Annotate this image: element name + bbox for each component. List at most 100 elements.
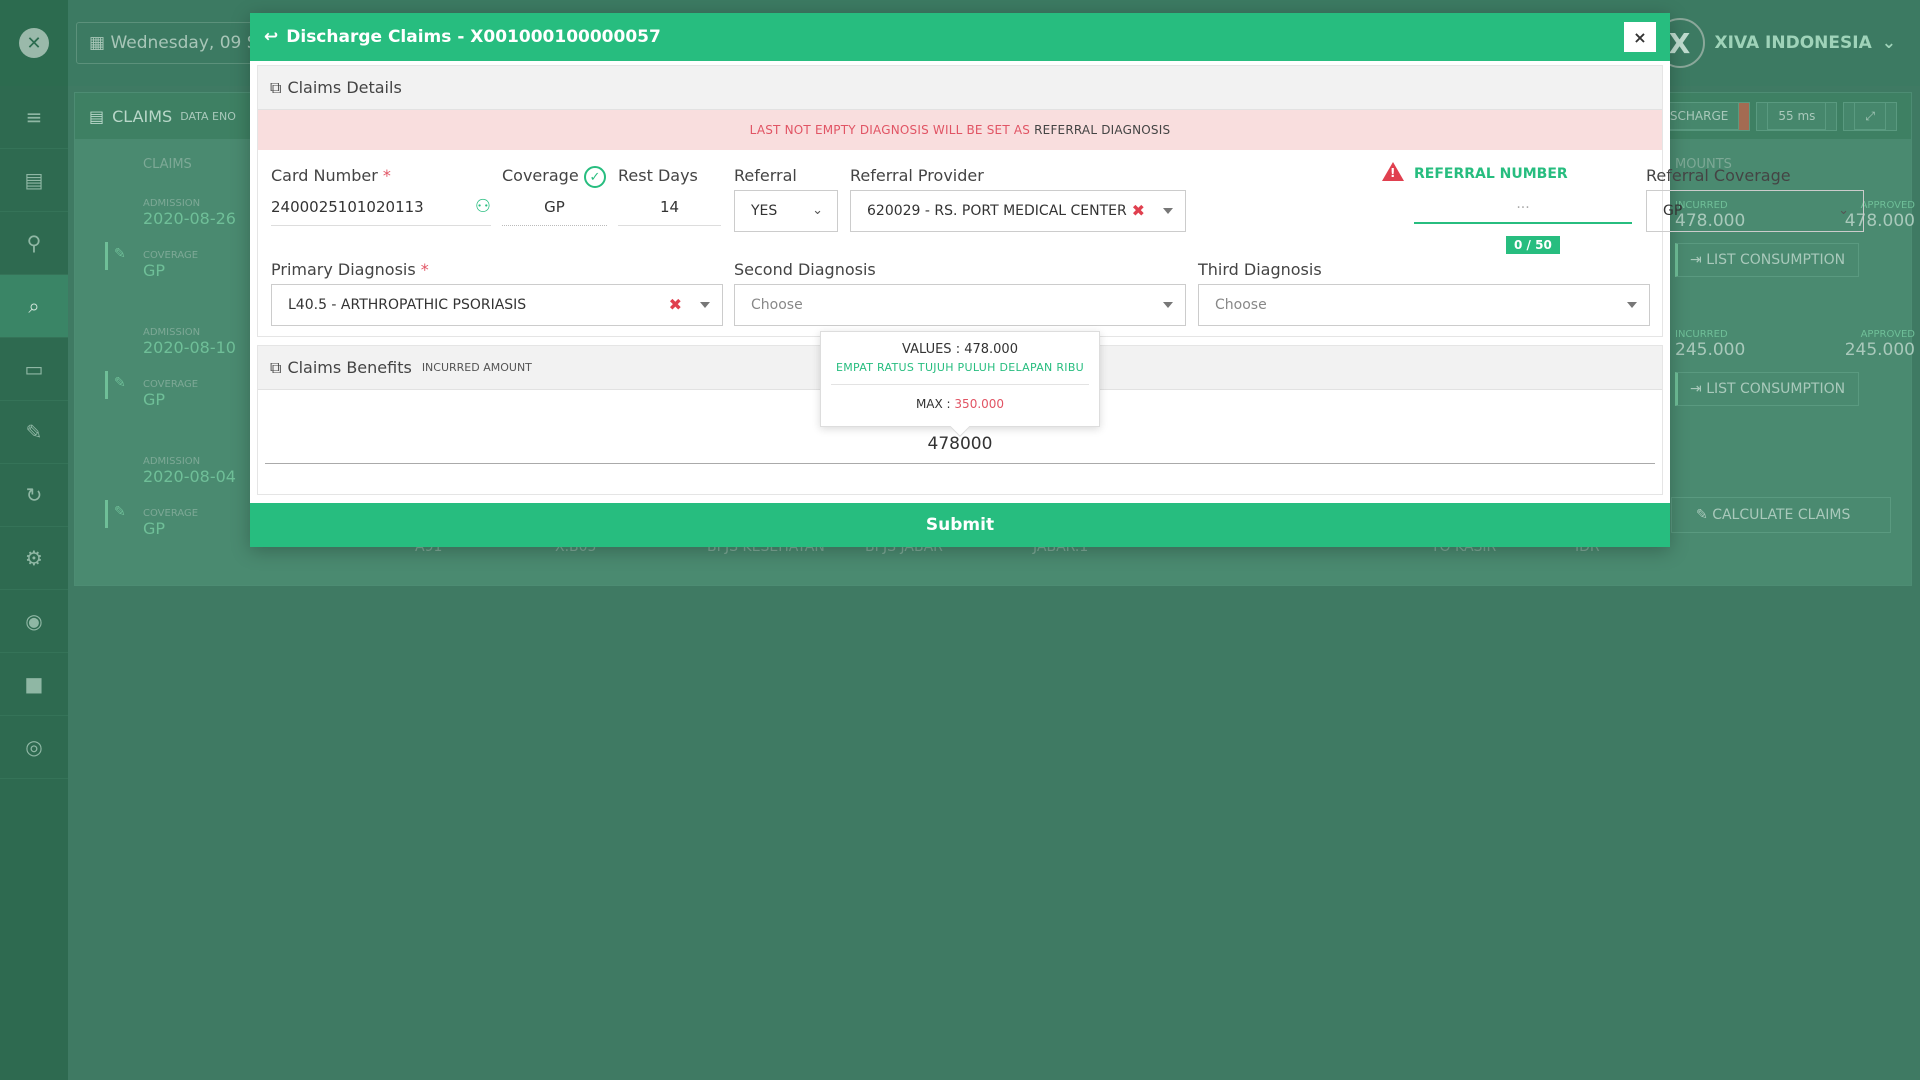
rest-days-value: 14 xyxy=(659,198,680,216)
timer-button[interactable]: 55 ms xyxy=(1756,101,1838,131)
edit-icon: ✎ xyxy=(25,420,43,444)
referral-provider-value: 620029 - RS. PORT MEDICAL CENTER xyxy=(867,203,1127,219)
gear-icon: ⚙ xyxy=(25,546,43,570)
rest-days-input[interactable]: 14 xyxy=(618,190,721,226)
incurred-label: INCURRED xyxy=(1675,329,1728,340)
clear-icon[interactable]: ✖ xyxy=(1132,201,1145,220)
third-diagnosis-label: Third Diagnosis xyxy=(1198,260,1322,279)
chevron-down-icon: ⌄ xyxy=(812,203,823,218)
amount-row: INCURRED APPROVED 245.000 245.000 ⇥ LIST C… xyxy=(1675,329,1915,458)
search-icon: ⌕ xyxy=(28,294,40,318)
required-mark: * xyxy=(382,166,391,185)
brand-name: XIVA INDONESIA xyxy=(1714,33,1872,53)
fullscreen-icon: ⤢ xyxy=(1854,101,1886,130)
card-number-label-text: Card Number xyxy=(271,166,378,185)
tooltip-words: EMPAT RATUS TUJUH PULUH DELAPAN RIBU xyxy=(835,361,1085,374)
discharge-claims-modal: ↩ Discharge Claims - X001000100000057 × … xyxy=(250,13,1864,547)
referral-provider-select[interactable]: 620029 - RS. PORT MEDICAL CENTER ✖ xyxy=(850,190,1186,232)
third-diagnosis-field: Third Diagnosis Choose xyxy=(1198,260,1650,326)
claims-benefits-title: Claims Benefits xyxy=(287,358,412,377)
list-consumption-button[interactable]: ⇥ LIST CONSUMPTION xyxy=(1675,243,1859,277)
coverage-field: Coverage ✓ GP xyxy=(502,166,607,226)
wrench-icon[interactable]: ✎ xyxy=(105,500,133,528)
referral-coverage-field: Referral Coverage GP ⌄ xyxy=(1646,166,1864,232)
third-diagnosis-placeholder: Choose xyxy=(1215,297,1267,313)
card-number-input[interactable]: 2400025101020113 ⚇ xyxy=(271,190,491,226)
referral-select[interactable]: YES ⌄ xyxy=(734,190,838,232)
login-icon: ⇥ xyxy=(1690,252,1707,268)
alert-text-2: DIAGNOSIS WILL BE SET AS xyxy=(859,123,1031,137)
referral-provider-label: Referral Provider xyxy=(850,166,984,185)
caret-down-icon xyxy=(1163,208,1173,214)
third-diagnosis-select[interactable]: Choose xyxy=(1198,284,1650,326)
incurred-value: 245.000 xyxy=(1675,340,1746,360)
login-icon: ⇥ xyxy=(1690,381,1707,397)
char-counter: 0 / 50 xyxy=(1506,236,1560,254)
user-search-icon: ⚲ xyxy=(26,231,42,255)
card-number-value: 2400025101020113 xyxy=(271,198,424,216)
referral-number-placeholder: ... xyxy=(1516,196,1530,212)
hamburger-icon: ≡ xyxy=(25,105,43,129)
report-icon: ■ xyxy=(24,672,44,696)
chevron-down-icon: ⌄ xyxy=(1881,33,1896,53)
user-lookup-icon[interactable]: ⚇ xyxy=(475,196,491,217)
list-consumption-button[interactable]: ⇥ LIST CONSUMPTION xyxy=(1675,372,1859,406)
approved-label: APPROVED xyxy=(1860,329,1915,340)
sidebar-item-refresh[interactable]: ↻ xyxy=(0,464,68,527)
brand[interactable]: X XIVA INDONESIA ⌄ xyxy=(1654,18,1896,68)
refresh-icon: ↻ xyxy=(25,483,43,507)
logo-icon: ✕ xyxy=(19,28,49,58)
second-diagnosis-select[interactable]: Choose xyxy=(734,284,1186,326)
sidebar-item-profile[interactable]: ◉ xyxy=(0,590,68,653)
referral-label: Referral xyxy=(734,166,797,185)
second-diagnosis-field: Second Diagnosis Choose xyxy=(734,260,1186,326)
primary-diagnosis-select[interactable]: L40.5 - ARTHROPATHIC PSORIASIS ✖ xyxy=(271,284,723,326)
sidebar-item-help[interactable]: ◎ xyxy=(0,716,68,779)
user-icon: ◉ xyxy=(25,609,43,633)
claims-panel-title: CLAIMS xyxy=(112,106,173,126)
referral-coverage-select[interactable]: GP ⌄ xyxy=(1646,190,1864,232)
primary-diagnosis-field: Primary Diagnosis * L40.5 - ARTHROPATHIC… xyxy=(271,260,723,326)
rest-days-label: Rest Days xyxy=(618,166,698,185)
wrench-icon[interactable]: ✎ xyxy=(105,371,133,399)
calculate-claims-button[interactable]: ✎ CALCULATE CLAIMS xyxy=(1671,497,1891,533)
app-logo[interactable]: ✕ xyxy=(0,0,68,86)
close-icon: × xyxy=(1633,27,1647,47)
sidebar-item-menu[interactable]: ≡ xyxy=(0,86,68,149)
submit-button[interactable]: Submit xyxy=(250,503,1670,547)
sidebar-item-search-people[interactable]: ⚲ xyxy=(0,212,68,275)
clear-icon[interactable]: ✖ xyxy=(669,295,682,314)
sidebar-item-documents[interactable]: ▤ xyxy=(0,149,68,212)
sidebar-item-reports[interactable]: ■ xyxy=(0,653,68,716)
sidebar-item-edit[interactable]: ✎ xyxy=(0,401,68,464)
claims-panel-subtitle: DATA ENO xyxy=(180,109,236,123)
primary-diagnosis-label: Primary Diagnosis xyxy=(271,260,416,279)
alert-text-1: LAST NOT EMPTY xyxy=(749,123,856,137)
referral-number-input[interactable]: ... xyxy=(1414,182,1632,224)
referral-value: YES xyxy=(751,203,778,219)
claims-details-title: Claims Details xyxy=(287,78,402,97)
timer-label: 55 ms xyxy=(1767,101,1827,130)
referral-provider-field: Referral Provider 620029 - RS. PORT MEDI… xyxy=(850,166,1186,232)
sidebar: ✕ ≡ ▤ ⚲ ⌕ ▭ ✎ ↻ ⚙ ◉ ■ ◎ xyxy=(0,0,68,1080)
caret-down-icon xyxy=(1163,302,1173,308)
coverage-input: GP xyxy=(502,190,607,226)
list-icon: ▤ xyxy=(89,106,105,126)
wrench-icon[interactable]: ✎ xyxy=(105,242,133,270)
required-mark: * xyxy=(420,260,429,279)
close-button[interactable]: × xyxy=(1624,22,1656,52)
calculate-claims-label: CALCULATE CLAIMS xyxy=(1712,507,1851,523)
sidebar-item-search[interactable]: ⌕ xyxy=(0,275,68,338)
referral-number-label: REFERRAL NUMBER xyxy=(1414,166,1568,182)
alert-text-3: REFERRAL DIAGNOSIS xyxy=(1034,123,1171,137)
date-display[interactable]: ▦ Wednesday, 09 Se xyxy=(76,22,276,64)
copy-icon: ⧉ xyxy=(270,77,282,97)
help-icon: ◎ xyxy=(25,735,43,759)
sidebar-item-monitor[interactable]: ▭ xyxy=(0,338,68,401)
modal-title: Discharge Claims - X001000100000057 xyxy=(286,27,661,47)
chevron-down-icon: ⌄ xyxy=(1838,203,1849,218)
monitor-icon: ▭ xyxy=(24,357,44,381)
card-number-field: Card Number * 2400025101020113 ⚇ xyxy=(271,166,491,226)
sidebar-item-settings[interactable]: ⚙ xyxy=(0,527,68,590)
fullscreen-button[interactable]: ⤢ xyxy=(1843,101,1897,131)
